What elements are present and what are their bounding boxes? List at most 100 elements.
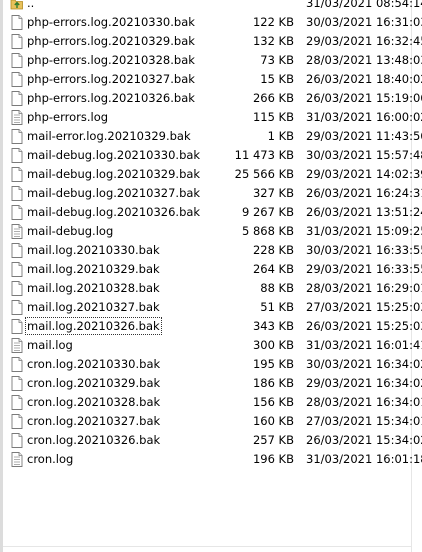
file-row[interactable]: mail.log 300 KB 31/03/2021 16:01:41 — [4, 336, 422, 355]
file-date: 26/03/2021 13:51:24 — [306, 205, 422, 219]
file-name: mail-debug.log.20210326.bak — [27, 205, 201, 219]
file-row[interactable]: php-errors.log.20210327.bak 15 KB 26/03/20… — [4, 70, 422, 89]
file-row[interactable]: mail-debug.log.20210330.bak 11 473 KB 30/0… — [4, 146, 422, 165]
file-size: 300 KB — [252, 338, 294, 352]
file-icon — [10, 319, 24, 334]
file-row[interactable]: cron.log.20210329.bak 186 KB 29/03/2021 16… — [4, 374, 422, 393]
log-file-icon — [10, 452, 24, 467]
file-name: php-errors.log.20210330.bak — [27, 15, 195, 29]
file-name: cron.log.20210326.bak — [27, 433, 161, 447]
file-icon — [10, 433, 24, 448]
file-icon — [10, 300, 24, 315]
file-row[interactable]: cron.log.20210326.bak 257 KB 26/03/2021 15… — [4, 431, 422, 450]
file-row[interactable]: mail-error.log.20210329.bak 1 KB 29/03/202… — [4, 127, 422, 146]
file-row[interactable]: php-errors.log.20210328.bak 73 KB 28/03/20… — [4, 51, 422, 70]
file-name: mail-debug.log.20210329.bak — [27, 167, 201, 181]
file-date: 31/03/2021 08:54:14 — [306, 0, 422, 10]
file-size: 156 KB — [252, 395, 294, 409]
file-name: php-errors.log.20210326.bak — [27, 91, 195, 105]
file-date: 26/03/2021 15:25:03 — [306, 319, 422, 333]
file-date: 26/03/2021 15:34:02 — [306, 433, 422, 447]
file-size: 160 KB — [252, 414, 294, 428]
file-date: 31/03/2021 16:00:02 — [306, 110, 422, 124]
file-row[interactable]: php-errors.log.20210330.bak 122 KB 30/03/2… — [4, 13, 422, 32]
file-row[interactable]: php-errors.log.20210326.bak 266 KB 26/03/2… — [4, 89, 422, 108]
file-name: mail-debug.log.20210327.bak — [27, 186, 201, 200]
file-icon — [10, 91, 24, 106]
file-row[interactable]: mail-debug.log 5 868 KB 31/03/2021 15:09:2… — [4, 222, 422, 241]
file-icon — [10, 34, 24, 49]
file-date: 27/03/2021 15:34:01 — [306, 414, 422, 428]
file-row[interactable]: mail-debug.log.20210329.bak 25 566 KB 29/0… — [4, 165, 422, 184]
pane-left-border — [0, 0, 3, 552]
pane-bottom-border — [3, 546, 411, 547]
file-size: 186 KB — [252, 376, 294, 390]
file-name: php-errors.log.20210329.bak — [27, 34, 195, 48]
file-date: 28/03/2021 16:34:01 — [306, 395, 422, 409]
file-row[interactable]: mail.log.20210328.bak 88 KB 28/03/2021 16:… — [4, 279, 422, 298]
file-row[interactable]: php-errors.log.20210329.bak 132 KB 29/03/2… — [4, 32, 422, 51]
file-name: php-errors.log — [27, 110, 109, 124]
file-row[interactable]: mail-debug.log.20210327.bak 327 KB 26/03/2… — [4, 184, 422, 203]
file-size: 257 KB — [252, 433, 294, 447]
file-size: 9 267 KB — [241, 205, 294, 219]
file-date: 26/03/2021 18:40:02 — [306, 72, 422, 86]
file-size: 228 KB — [252, 243, 294, 257]
file-size: 122 KB — [252, 15, 294, 29]
file-name: mail.log.20210329.bak — [27, 262, 160, 276]
log-file-icon — [10, 338, 24, 353]
file-date: 26/03/2021 15:19:06 — [306, 91, 422, 105]
file-date: 27/03/2021 15:25:03 — [306, 300, 422, 314]
log-file-icon — [10, 224, 24, 239]
file-row[interactable]: mail-debug.log.20210326.bak 9 267 KB 26/03… — [4, 203, 422, 222]
file-list: .. 31/03/2021 08:54:14 php-errors.log.20… — [4, 0, 422, 469]
file-icon — [10, 186, 24, 201]
file-size: 73 KB — [260, 53, 294, 67]
file-row[interactable]: cron.log 196 KB 31/03/2021 16:01:18 — [4, 450, 422, 469]
parent-directory-row[interactable]: .. 31/03/2021 08:54:14 — [4, 0, 422, 13]
file-size: 88 KB — [260, 281, 294, 295]
file-icon — [10, 414, 24, 429]
file-name: .. — [27, 0, 35, 10]
file-size: 1 KB — [267, 129, 294, 143]
file-name: cron.log.20210327.bak — [27, 414, 161, 428]
file-icon — [10, 357, 24, 372]
file-name: mail.log.20210327.bak — [27, 300, 160, 314]
file-row[interactable]: mail.log.20210330.bak 228 KB 30/03/2021 16… — [4, 241, 422, 260]
file-size: 196 KB — [252, 452, 294, 466]
file-row[interactable]: cron.log.20210328.bak 156 KB 28/03/2021 16… — [4, 393, 422, 412]
file-icon — [10, 148, 24, 163]
file-row[interactable]: mail.log.20210326.bak 343 KB 26/03/2021 15… — [4, 317, 422, 336]
file-date: 30/03/2021 16:31:03 — [306, 15, 422, 29]
file-row[interactable]: mail.log.20210327.bak 51 KB 27/03/2021 15:… — [4, 298, 422, 317]
file-name: mail-debug.log.20210330.bak — [27, 148, 201, 162]
file-name: mail-debug.log — [27, 224, 114, 238]
file-size: 11 473 KB — [234, 148, 294, 162]
file-size: 25 566 KB — [234, 167, 294, 181]
file-name: mail.log.20210330.bak — [27, 243, 160, 257]
file-row[interactable]: mail.log.20210329.bak 264 KB 29/03/2021 16… — [4, 260, 422, 279]
file-icon — [10, 167, 24, 182]
file-row[interactable]: cron.log.20210327.bak 160 KB 27/03/2021 15… — [4, 412, 422, 431]
file-row[interactable]: php-errors.log 115 KB 31/03/2021 16:00:02 — [4, 108, 422, 127]
file-size: 327 KB — [252, 186, 294, 200]
file-size: 195 KB — [252, 357, 294, 371]
file-name: mail.log.20210328.bak — [27, 281, 160, 295]
log-file-icon — [10, 110, 24, 125]
file-size: 132 KB — [252, 34, 294, 48]
file-name: php-errors.log.20210327.bak — [27, 72, 195, 86]
file-icon — [10, 15, 24, 30]
parent-folder-icon — [10, 0, 24, 11]
file-name: cron.log.20210328.bak — [27, 395, 161, 409]
file-icon — [10, 281, 24, 296]
file-date: 31/03/2021 15:09:25 — [306, 224, 422, 238]
file-date: 29/03/2021 16:32:45 — [306, 34, 422, 48]
file-row[interactable]: cron.log.20210330.bak 195 KB 30/03/2021 16… — [4, 355, 422, 374]
file-date: 30/03/2021 16:34:02 — [306, 357, 422, 371]
file-name: mail-error.log.20210329.bak — [27, 129, 191, 143]
file-icon — [10, 129, 24, 144]
file-size: 266 KB — [252, 91, 294, 105]
file-name: cron.log — [27, 452, 74, 466]
file-icon — [10, 205, 24, 220]
file-date: 29/03/2021 11:43:56 — [306, 129, 422, 143]
